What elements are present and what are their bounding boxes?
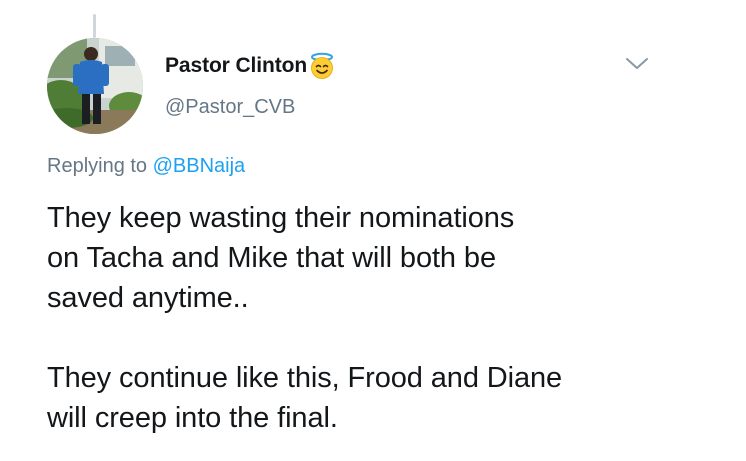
author-name-row[interactable]: Pastor Clinton <box>165 52 336 80</box>
smiling-face-with-halo-icon <box>308 52 336 80</box>
tweet-paragraph: They keep wasting their nominations on T… <box>47 202 515 314</box>
avatar-photo <box>47 38 143 134</box>
thread-connector-line <box>93 14 96 38</box>
reply-mention-link[interactable]: @BBNaija <box>153 155 246 177</box>
replying-to-line: Replying to @BBNaija <box>47 155 245 178</box>
replying-to-label: Replying to <box>47 155 148 177</box>
chevron-down-icon[interactable] <box>622 52 652 74</box>
author-display-name[interactable]: Pastor Clinton <box>165 54 307 78</box>
author-handle[interactable]: @Pastor_CVB <box>165 96 295 119</box>
tweet-body: They keep wasting their nominations on T… <box>47 198 707 438</box>
avatar[interactable] <box>47 38 143 134</box>
tweet-paragraph: They continue like this, Frood and Diane… <box>47 362 563 434</box>
tweet-card[interactable]: Pastor Clinton @Pastor_CVB Replying to @… <box>0 0 746 461</box>
